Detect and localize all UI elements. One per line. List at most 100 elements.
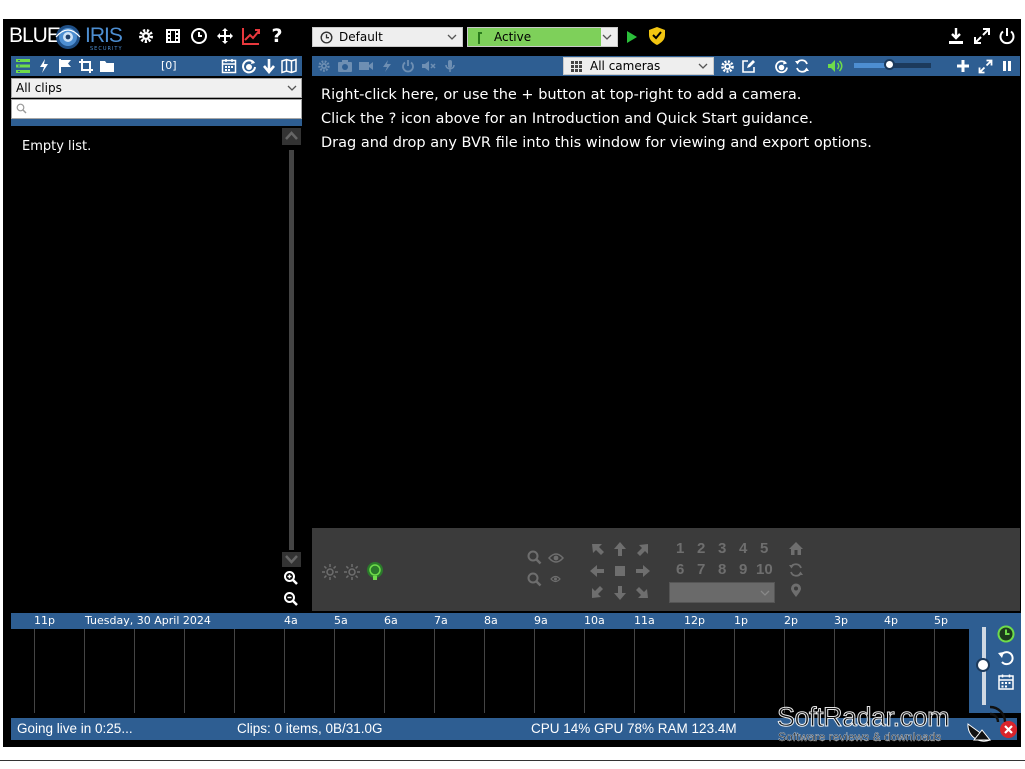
chevron-down-icon [446,30,458,44]
brightness-down-icon[interactable] [321,563,339,581]
profile-select-value: Default [339,30,383,44]
ir-light-icon[interactable] [365,561,385,581]
zoom-out-ptz-icon[interactable] [527,572,542,587]
live-clock-icon[interactable] [997,625,1015,643]
undo-icon[interactable] [997,649,1015,667]
camera-power-icon[interactable] [399,57,417,75]
chart-icon[interactable] [240,25,262,47]
zoom-in-ptz-icon[interactable] [527,550,542,565]
location-pin-icon[interactable] [790,583,802,598]
timeline-gridline [234,629,235,713]
volume-slider-knob[interactable] [883,59,895,70]
schedule-select[interactable]: Active [467,27,618,47]
refresh-one-camera-icon[interactable] [772,57,790,75]
map-icon[interactable] [280,57,298,75]
ptz-preset-button[interactable]: 7 [697,561,705,578]
timeline-hour-label: 8a [484,614,498,627]
ptz-preset-button[interactable]: 6 [676,561,684,578]
ptz-preset-button[interactable]: 9 [739,561,747,578]
move-icon[interactable] [214,25,236,47]
ptz-preset-button[interactable]: 3 [718,540,726,557]
clock-icon[interactable] [188,25,210,47]
crop-icon[interactable] [77,57,95,75]
clapboard-icon[interactable] [162,25,184,47]
timeline-hour-label: 10a [584,614,605,627]
scroll-track[interactable] [289,150,294,550]
settings-gear-icon[interactable] [135,25,157,47]
eye-icon[interactable] [548,552,564,564]
ptz-direction-pad[interactable] [588,540,652,602]
camera-group-select[interactable]: All cameras [563,57,714,75]
timeline-hour-label: 4a [284,614,298,627]
close-icon[interactable] [1000,721,1017,738]
record-video-icon[interactable] [357,57,375,75]
ptz-preset-button[interactable]: 4 [739,540,747,557]
camera-group-value: All cameras [590,59,661,73]
volume-icon[interactable] [827,57,845,75]
home-icon[interactable] [788,541,804,556]
timeline-hour-label: 1p [734,614,748,627]
logo-eye-icon [55,25,81,49]
clips-filter-select[interactable]: All clips [11,78,302,98]
play-icon[interactable] [621,26,643,48]
ptz-preset-button[interactable]: 10 [756,561,773,578]
power-icon[interactable] [996,25,1018,47]
chevron-down-icon [601,30,613,44]
help-icon[interactable]: ? [266,25,288,47]
timeline-zoom-knob[interactable] [976,658,990,672]
ptz-preset-select[interactable] [669,582,775,603]
clips-search-input[interactable] [11,99,302,119]
edit-icon[interactable] [739,57,757,75]
mute-icon[interactable] [420,57,438,75]
softradar-watermark: SoftRadar.com Software reviews & downloa… [774,686,1021,746]
camera-toolbar: All cameras [312,56,1020,76]
microphone-icon[interactable] [441,57,459,75]
clips-filter-value: All clips [16,81,62,95]
clips-list[interactable]: Empty list. [11,126,281,611]
arrow-down-icon[interactable] [260,57,278,75]
group-settings-gear-icon[interactable] [718,57,736,75]
brightness-up-icon[interactable] [343,563,361,581]
scroll-down-button[interactable] [282,552,301,567]
zoom-out-icon[interactable] [283,591,299,607]
watermark-tagline: Software reviews & downloads [778,730,942,744]
refresh-one-icon[interactable] [240,57,258,75]
timeline-gridline [534,629,535,713]
eye-small-icon[interactable] [550,575,561,583]
ptz-preset-button[interactable]: 2 [697,540,705,557]
zoom-in-icon[interactable] [283,570,299,586]
pause-icon[interactable] [998,57,1016,75]
scroll-up-button[interactable] [282,128,301,145]
camera-settings-icon[interactable] [315,57,333,75]
ptz-preset-row: 6 7 8 9 10 [674,561,782,583]
timeline-gridline [184,629,185,713]
expand-icon[interactable] [976,57,994,75]
ptz-preset-button[interactable]: 1 [676,540,684,557]
clips-scrollbar[interactable] [281,126,302,611]
trigger-bolt-icon[interactable] [378,57,396,75]
timeline-hour-label: 5a [334,614,348,627]
chevron-down-icon [697,59,709,73]
refresh-all-icon[interactable] [793,57,811,75]
add-camera-icon[interactable] [954,57,972,75]
ptz-preset-row: 1 2 3 4 5 [674,540,782,562]
fullscreen-icon[interactable] [971,25,993,47]
ptz-preset-button[interactable]: 5 [760,540,768,557]
folder-icon[interactable] [98,57,116,75]
timeline-gridline [484,629,485,713]
snapshot-camera-icon[interactable] [336,57,354,75]
shield-icon[interactable] [646,25,668,47]
ptz-preset-button[interactable]: 8 [718,561,726,578]
volume-slider[interactable] [854,59,931,70]
camera-view-area[interactable]: Right-click here, or use the + button at… [312,76,1020,528]
ptz-refresh-icon[interactable] [788,562,804,578]
flag-icon[interactable] [56,57,74,75]
app-logo: BLUE IRIS SECURITY [9,23,123,52]
timeline-gridline [134,629,135,713]
profile-select[interactable]: Default [312,27,463,47]
alerts-bolt-icon[interactable] [35,57,53,75]
timeline-hour-label: 3p [834,614,848,627]
clips-list-icon[interactable] [14,57,32,75]
download-icon[interactable] [945,25,967,47]
calendar-icon[interactable] [220,57,238,75]
